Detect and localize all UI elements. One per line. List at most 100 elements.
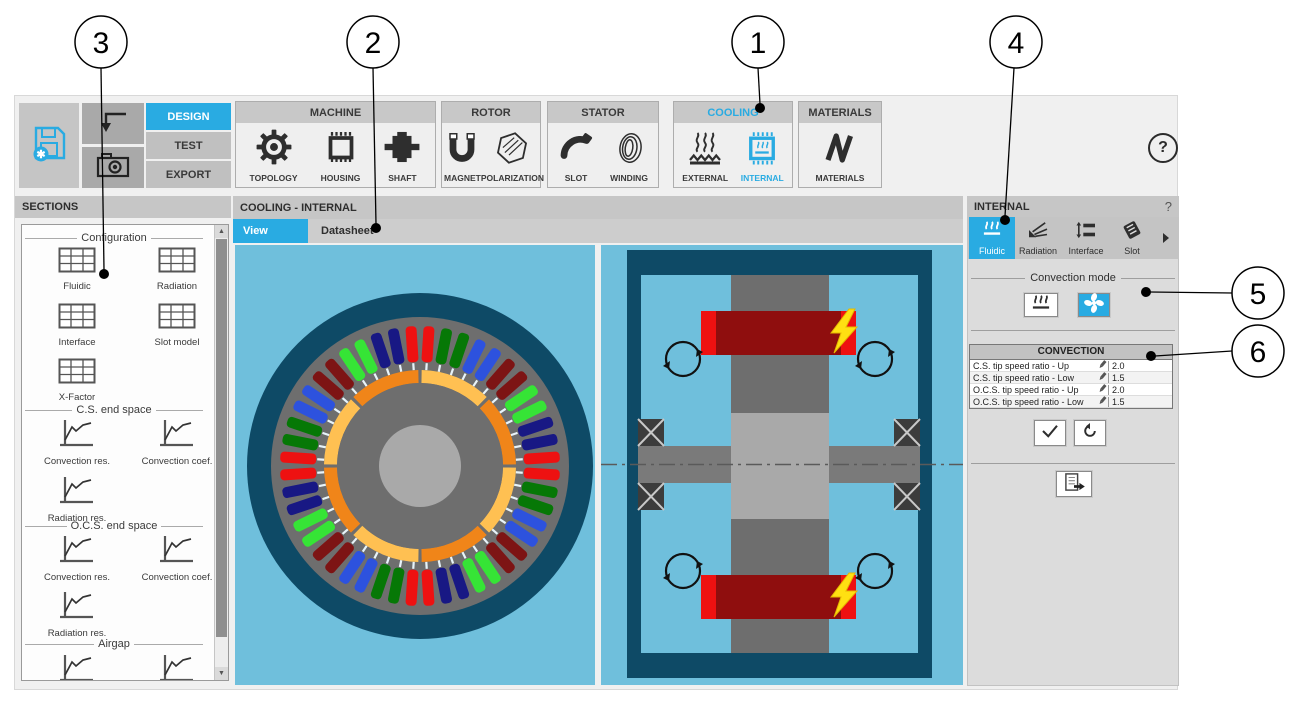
screenshot-root: ✱ DESIGN TEST EXPORT MACHINE TOPOLOGY HO… (0, 0, 1295, 703)
section-item-airgap-1[interactable] (29, 653, 125, 680)
section-group-configuration: Configuration (25, 232, 203, 244)
group-header-machine: MACHINE (236, 102, 435, 123)
group-header-stator: STATOR (548, 102, 658, 123)
toolbar-item-polarization[interactable]: POLARIZATION (481, 130, 544, 183)
section-item-interface[interactable]: Interface (29, 303, 125, 348)
natural-convection-button[interactable] (1023, 292, 1059, 318)
row-value[interactable]: 2.0 (1108, 360, 1172, 371)
section-item-airgap-2[interactable] (129, 653, 225, 680)
section-item-ocs-convection-res[interactable]: Convection res. (29, 534, 125, 583)
return-arrow-button[interactable] (82, 103, 144, 144)
topology-icon (255, 128, 293, 171)
tab-datasheet[interactable]: Datasheet (311, 219, 387, 243)
table-row[interactable]: C.S. tip speed ratio - Up 2.0 (970, 360, 1172, 372)
table-icon (58, 358, 96, 389)
toolbar-item-internal-cooling[interactable]: INTERNAL (741, 130, 784, 183)
materials-icon (821, 130, 859, 171)
interface-icon (1075, 221, 1097, 244)
scroll-up-icon[interactable]: ▲ (215, 225, 228, 238)
section-item-ocs-radiation-res[interactable]: Radiation res. (29, 590, 125, 639)
magnet-icon (444, 130, 480, 171)
toolbar-item-slot[interactable]: SLOT (558, 130, 594, 183)
section-item-ocs-convection-coef[interactable]: Convection coef. (129, 534, 225, 583)
slot-icon (558, 130, 594, 171)
group-header-materials: MATERIALS (799, 102, 881, 123)
center-panel-title: COOLING - INTERNAL (240, 201, 357, 214)
export-results-button[interactable] (1055, 470, 1093, 498)
curve-icon (157, 653, 197, 680)
curve-icon (57, 590, 97, 625)
internal-panel-header: INTERNAL ? (967, 196, 1179, 217)
apply-button[interactable] (1033, 419, 1067, 447)
toolbar-item-winding[interactable]: WINDING (610, 130, 648, 183)
external-cooling-icon (686, 130, 724, 171)
section-item-cs-convection-coef[interactable]: Convection coef. (129, 418, 225, 467)
forced-convection-button[interactable] (1077, 292, 1111, 318)
natural-convection-icon (1029, 294, 1053, 317)
toolbar-item-topology[interactable]: TOPOLOGY (250, 128, 298, 183)
toolbar-item-external-cooling[interactable]: EXTERNAL (682, 130, 728, 183)
snapshot-button[interactable] (82, 147, 144, 188)
row-label: O.C.S. tip speed ratio - Low (973, 396, 1084, 407)
snapshot-icon (94, 150, 132, 185)
panel-help-icon[interactable]: ? (1165, 199, 1172, 214)
table-row[interactable]: O.C.S. tip speed ratio - Up 2.0 (970, 384, 1172, 396)
callout-circle-1 (731, 15, 785, 69)
row-value[interactable]: 1.5 (1108, 372, 1172, 383)
toolbar-item-shaft[interactable]: SHAFT (383, 128, 421, 183)
section-item-cs-radiation-res[interactable]: Radiation res. (29, 475, 125, 524)
table-row[interactable]: O.C.S. tip speed ratio - Low 1.5 (970, 396, 1172, 408)
section-item-radiation[interactable]: Radiation (129, 247, 225, 292)
tab-view[interactable]: View (233, 219, 308, 243)
section-item-x-factor[interactable]: X-Factor (29, 358, 125, 403)
tab-design[interactable]: DESIGN (146, 103, 231, 130)
slot-tab-icon (1121, 220, 1143, 244)
section-item-cs-convection-res[interactable]: Convection res. (29, 418, 125, 467)
callout-circle-3 (74, 15, 128, 69)
save-button[interactable]: ✱ (19, 103, 79, 188)
divider (971, 330, 1175, 331)
toolbar-item-housing[interactable]: HOUSING (321, 128, 360, 183)
sections-panel-header: SECTIONS (15, 196, 231, 218)
restore-icon (1082, 422, 1098, 444)
tab-export[interactable]: EXPORT (146, 161, 231, 188)
tab-slot[interactable]: Slot (1109, 217, 1155, 259)
section-group-airgap: Airgap (25, 638, 204, 650)
table-icon (58, 303, 96, 334)
callout-circle-5 (1231, 266, 1285, 320)
toolbar-item-magnet[interactable]: MAGNET (444, 130, 481, 183)
tab-fluidic[interactable]: Fluidic (969, 217, 1015, 259)
convection-table: CONVECTION C.S. tip speed ratio - Up 2.0… (969, 344, 1173, 409)
callout-circle-2 (346, 15, 400, 69)
shaft-icon (383, 128, 421, 171)
section-item-fluidic[interactable]: Fluidic (29, 247, 125, 292)
internal-panel-title: INTERNAL (974, 200, 1030, 213)
check-icon (1041, 424, 1059, 443)
row-value[interactable]: 1.5 (1108, 396, 1172, 407)
curve-icon (157, 534, 197, 569)
section-item-slot-model[interactable]: Slot model (129, 303, 225, 348)
sections-scrollbar[interactable]: ▲ ▼ (214, 225, 228, 680)
table-icon (58, 247, 96, 278)
save-icon: ✱ (29, 123, 69, 168)
row-value[interactable]: 2.0 (1108, 384, 1172, 395)
toolbar-item-materials[interactable]: MATERIALS (816, 130, 864, 183)
more-tabs-arrow-icon[interactable] (1163, 233, 1169, 243)
callout-number: 4 (1008, 27, 1025, 60)
restore-button[interactable] (1073, 419, 1107, 447)
help-button[interactable]: ? (1148, 133, 1178, 163)
internal-tabbar: Fluidic Radiation Interface Slot (967, 217, 1179, 259)
edit-icon (1096, 360, 1108, 371)
internal-panel (967, 196, 1179, 686)
scroll-down-icon[interactable]: ▼ (215, 667, 228, 680)
tab-radiation[interactable]: Radiation (1015, 217, 1061, 259)
app-window: ✱ DESIGN TEST EXPORT MACHINE TOPOLOGY HO… (14, 95, 1179, 690)
center-panel-header: COOLING - INTERNAL (233, 196, 963, 219)
scrollbar-thumb[interactable] (216, 239, 227, 637)
tab-interface[interactable]: Interface (1063, 217, 1109, 259)
section-group-ocs-end-space: O.C.S. end space (25, 520, 204, 532)
table-row[interactable]: C.S. tip speed ratio - Low 1.5 (970, 372, 1172, 384)
callout-number: 1 (750, 27, 767, 60)
tab-test[interactable]: TEST (146, 132, 231, 159)
edit-icon (1096, 372, 1108, 383)
